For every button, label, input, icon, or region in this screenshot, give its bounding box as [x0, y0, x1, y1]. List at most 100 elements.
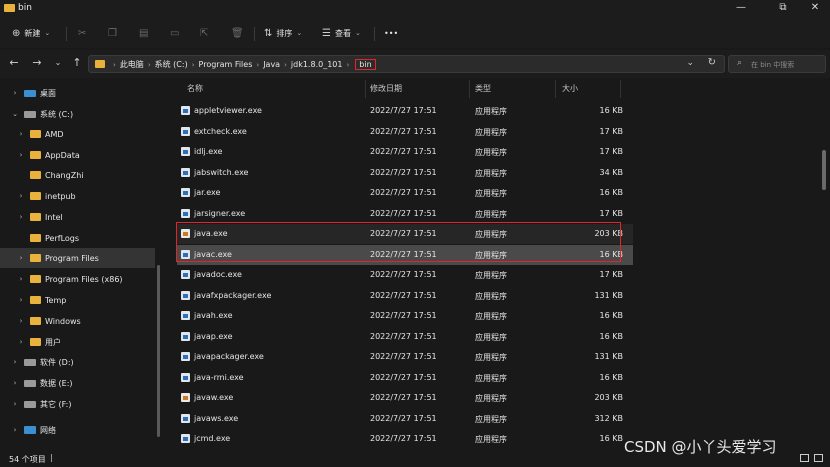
sidebar-item-changzhi[interactable]: ChangZhi: [0, 165, 171, 185]
table-row[interactable]: javapackager.exe 2022/7/27 17:51 应用程序 131 K…: [177, 347, 633, 367]
exe-icon: [181, 352, 190, 361]
sidebar-item-intel[interactable]: › Intel: [0, 207, 171, 227]
chevron-right-icon[interactable]: ›: [10, 379, 20, 387]
new-label: 新建: [24, 28, 41, 38]
chevron-down-icon: ⌄: [354, 29, 361, 37]
sidebar-item-windows[interactable]: › Windows: [0, 311, 171, 331]
breadcrumb-item-this-pc[interactable]: 此电脑: [120, 59, 144, 70]
sidebar-item-desktop[interactable]: › 桌面: [0, 83, 165, 103]
tiles-view-icon[interactable]: [814, 454, 823, 462]
share-icon: ⇱: [200, 27, 209, 39]
chevron-right-icon[interactable]: ›: [16, 317, 26, 325]
table-row[interactable]: javadoc.exe 2022/7/27 17:51 应用程序 17 KB: [177, 265, 633, 285]
table-row[interactable]: javaws.exe 2022/7/27 17:51 应用程序 312 KB: [177, 409, 633, 429]
chevron-right-icon[interactable]: ›: [10, 400, 20, 408]
address-field[interactable]: › 此电脑 › 系统 (C:) › Program Files › Java ›…: [88, 55, 725, 73]
chevron-right-icon[interactable]: ›: [16, 296, 26, 304]
chevron-right-icon[interactable]: ›: [16, 275, 26, 283]
copy-button[interactable]: ❐: [108, 25, 121, 41]
column-header-name[interactable]: 名称: [187, 83, 203, 94]
chevron-right-icon[interactable]: ›: [16, 254, 26, 262]
column-header-date[interactable]: 修改日期: [370, 83, 402, 94]
back-arrow-icon[interactable]: ←: [5, 56, 23, 69]
chevron-right-icon[interactable]: ›: [16, 213, 26, 221]
table-row[interactable]: appletviewer.exe 2022/7/27 17:51 应用程序 16 KB: [177, 101, 633, 121]
breadcrumb-item-java[interactable]: Java: [263, 60, 280, 69]
file-date: 2022/7/27 17:51: [370, 270, 437, 279]
table-row[interactable]: javac.exe 2022/7/27 17:51 应用程序 16 KB: [177, 244, 633, 265]
sidebar-item-c-drive[interactable]: ⌄ 系统 (C:): [0, 104, 165, 124]
sort-button[interactable]: ⇅ 排序 ⌄: [264, 25, 302, 41]
file-size: 17 KB: [599, 126, 623, 136]
table-row[interactable]: idlj.exe 2022/7/27 17:51 应用程序 17 KB: [177, 142, 633, 162]
table-row[interactable]: java.exe 2022/7/27 17:51 应用程序 203 KB: [177, 224, 633, 244]
sidebar-item-d-drive[interactable]: › 软件 (D:): [0, 352, 165, 372]
view-button[interactable]: ☰ 查看 ⌄: [322, 25, 361, 41]
table-row[interactable]: javap.exe 2022/7/27 17:51 应用程序 16 KB: [177, 327, 633, 347]
table-row[interactable]: javah.exe 2022/7/27 17:51 应用程序 16 KB: [177, 306, 633, 326]
chevron-right-icon[interactable]: ›: [10, 89, 20, 97]
breadcrumb-item-jdk[interactable]: jdk1.8.0_101: [291, 60, 343, 69]
breadcrumb-item-c-drive[interactable]: 系统 (C:): [155, 59, 188, 70]
sidebar-item-program-files[interactable]: › Program Files: [0, 248, 155, 268]
sidebar-item-program-files-x86[interactable]: › Program Files (x86): [0, 269, 171, 289]
toolbar-divider: [374, 27, 375, 41]
chevron-right-icon[interactable]: ›: [16, 192, 26, 200]
cut-button[interactable]: ✂: [78, 25, 90, 41]
table-row[interactable]: jabswitch.exe 2022/7/27 17:51 应用程序 34 KB: [177, 163, 633, 183]
column-divider[interactable]: [365, 80, 366, 98]
chevron-right-icon[interactable]: ›: [10, 358, 20, 366]
refresh-icon[interactable]: ↻: [708, 57, 716, 68]
search-box[interactable]: ⌕ 在 bin 中搜索: [728, 55, 826, 73]
more-button[interactable]: •••: [384, 25, 398, 41]
share-button[interactable]: ⇱: [200, 25, 212, 41]
recent-chevron-icon[interactable]: ⌄: [49, 58, 67, 67]
sidebar-item-users[interactable]: › 用户: [0, 332, 171, 352]
sidebar-item-amd[interactable]: › AMD: [0, 124, 171, 144]
rename-button[interactable]: ▭: [170, 25, 183, 41]
sidebar-item-f-drive[interactable]: › 其它 (F:): [0, 394, 165, 414]
file-list-scrollbar[interactable]: [822, 150, 826, 190]
new-button[interactable]: ⊕ 新建 ⌄: [12, 25, 50, 41]
delete-button[interactable]: 🗑: [231, 25, 248, 41]
chevron-right-icon[interactable]: ›: [16, 338, 26, 346]
chevron-down-icon[interactable]: ⌄: [686, 58, 694, 68]
table-row[interactable]: javaw.exe 2022/7/27 17:51 应用程序 203 KB: [177, 388, 633, 408]
breadcrumb-item-program-files[interactable]: Program Files: [199, 60, 253, 69]
table-row[interactable]: java-rmi.exe 2022/7/27 17:51 应用程序 16 KB: [177, 368, 633, 388]
chevron-right-icon[interactable]: ›: [16, 130, 26, 138]
sidebar-item-perflogs[interactable]: PerfLogs: [0, 228, 171, 248]
exe-icon: [181, 434, 190, 443]
column-divider[interactable]: [620, 80, 621, 98]
table-row[interactable]: javafxpackager.exe 2022/7/27 17:51 应用程序 131…: [177, 286, 633, 306]
column-divider[interactable]: [469, 80, 470, 98]
minimize-button[interactable]: —: [728, 2, 754, 13]
breadcrumb-item-bin[interactable]: bin: [355, 59, 376, 70]
address-bar-row: ← → ⌄ ↑ › 此电脑 › 系统 (C:) › Program Files …: [0, 50, 830, 78]
table-row[interactable]: extcheck.exe 2022/7/27 17:51 应用程序 17 KB: [177, 122, 633, 142]
sidebar-item-e-drive[interactable]: › 数据 (E:): [0, 373, 165, 393]
sidebar-item-temp[interactable]: › Temp: [0, 290, 171, 310]
up-arrow-icon[interactable]: ↑: [68, 56, 86, 69]
status-divider: |: [50, 453, 53, 462]
chevron-right-icon[interactable]: ›: [10, 426, 20, 434]
exe-icon: [181, 208, 190, 218]
chevron-right-icon: ›: [147, 60, 151, 69]
paste-button[interactable]: ▤: [139, 25, 152, 41]
forward-arrow-icon[interactable]: →: [28, 56, 46, 69]
close-button[interactable]: ✕: [802, 2, 828, 13]
column-header-size[interactable]: 大小: [562, 83, 578, 94]
sidebar-scrollbar[interactable]: [157, 265, 160, 437]
sidebar-item-appdata[interactable]: › AppData: [0, 145, 171, 165]
table-row[interactable]: jar.exe 2022/7/27 17:51 应用程序 16 KB: [177, 183, 633, 203]
table-row[interactable]: jarsigner.exe 2022/7/27 17:51 应用程序 17 KB: [177, 204, 633, 224]
column-divider[interactable]: [555, 80, 556, 98]
sidebar-item-network[interactable]: › 网络: [0, 420, 165, 440]
details-view-icon[interactable]: [800, 454, 809, 462]
sidebar-item-inetpub[interactable]: › inetpub: [0, 186, 171, 206]
maximize-button[interactable]: ⧉: [770, 2, 796, 13]
column-header-type[interactable]: 类型: [475, 83, 491, 94]
chevron-down-icon[interactable]: ⌄: [10, 110, 20, 118]
chevron-right-icon[interactable]: ›: [16, 151, 26, 159]
table-row[interactable]: jcmd.exe 2022/7/27 17:51 应用程序 16 KB: [177, 429, 633, 449]
